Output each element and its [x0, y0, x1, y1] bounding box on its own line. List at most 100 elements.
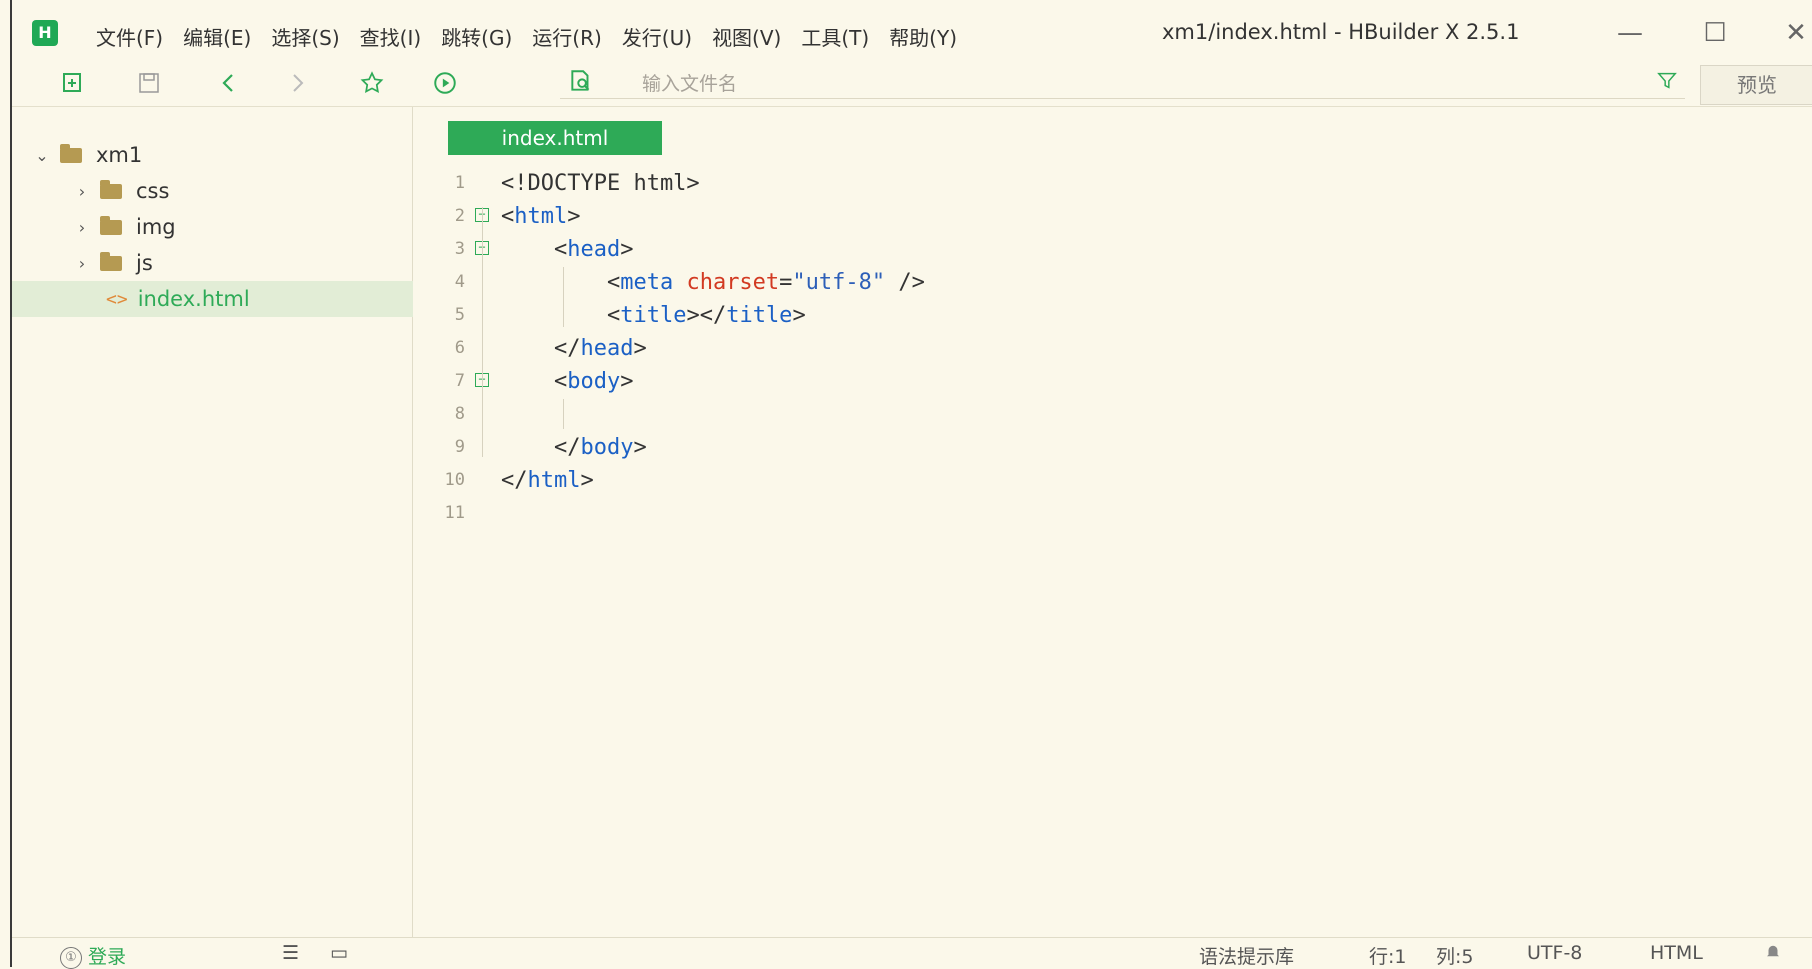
chevron-right-icon[interactable]: › [74, 182, 90, 201]
code-token: title [726, 303, 793, 328]
chevron-down-icon[interactable]: ⌄ [34, 146, 50, 165]
code-token: </ [501, 435, 581, 460]
code-area[interactable]: 1 <!DOCTYPE html> 2−<html>3− <head>4 <meta… [413, 167, 1793, 530]
save-icon[interactable] [132, 66, 166, 100]
code-token: < [501, 303, 621, 328]
code-token: > [792, 303, 806, 328]
tree-project-xm1[interactable]: ⌄ xm1 [12, 137, 434, 173]
code-token: head [580, 336, 634, 361]
code-line[interactable]: 7− <body> [413, 365, 1793, 398]
code-token: < [501, 270, 621, 295]
language-mode[interactable]: HTML [1650, 942, 1703, 964]
tree-item-label: js [136, 251, 153, 275]
login-button[interactable]: ① 登录 [60, 942, 126, 969]
code-line[interactable]: 1 <!DOCTYPE html> [413, 167, 1793, 200]
minimize-button[interactable]: — [1612, 16, 1648, 50]
close-button[interactable]: ✕ [1778, 16, 1812, 50]
code-editor[interactable]: index.html 1 <!DOCTYPE html> 2−<html>3− <h… [413, 107, 1812, 937]
tree-folder-img[interactable]: › img [12, 209, 474, 245]
favorite-icon[interactable] [355, 66, 389, 100]
code-text: </html> [501, 464, 594, 497]
code-token: > [567, 204, 581, 229]
code-token: > [580, 468, 594, 493]
file-search-input[interactable] [640, 70, 1544, 98]
html-file-icon: <> [106, 288, 128, 310]
menu-file[interactable]: 文件(F) [86, 18, 173, 55]
file-search-box[interactable] [560, 68, 1685, 99]
code-line[interactable]: 8 [413, 398, 1793, 431]
menu-edit[interactable]: 编辑(E) [173, 18, 261, 55]
tree-folder-js[interactable]: › js [12, 245, 474, 281]
hbuilder-logo-icon: H [32, 20, 58, 46]
code-line[interactable]: 2−<html> [413, 200, 1793, 233]
code-token: < [501, 237, 568, 262]
line-number: 2 [454, 206, 465, 226]
menu-run[interactable]: 运行(R) [522, 18, 612, 55]
code-token: /> [885, 270, 925, 295]
code-token: > [620, 237, 634, 262]
line-number: 5 [454, 305, 465, 325]
menu-view[interactable]: 视图(V) [702, 18, 791, 55]
chevron-right-icon[interactable]: › [74, 254, 90, 273]
code-token: "utf-8" [792, 270, 886, 295]
menu-publish[interactable]: 发行(U) [612, 18, 702, 55]
code-text: <head> [501, 233, 634, 266]
line-number: 7 [454, 371, 465, 391]
bell-icon[interactable] [1764, 942, 1782, 965]
line-number: 1 [454, 173, 465, 193]
code-token: ></ [686, 303, 727, 328]
chevron-right-icon[interactable]: › [74, 218, 90, 237]
code-token: title [620, 303, 687, 328]
back-icon[interactable] [212, 66, 246, 100]
maximize-button[interactable]: ☐ [1697, 16, 1733, 50]
line-number: 3 [454, 239, 465, 259]
terminal-icon[interactable]: ▭ [330, 942, 348, 964]
code-line[interactable]: 10 </html> [413, 464, 1793, 497]
code-line[interactable]: 11 [413, 497, 1793, 530]
code-token: charset [686, 270, 780, 295]
code-line[interactable]: 6 </head> [413, 332, 1793, 365]
tree-item-label: img [136, 215, 176, 239]
preview-button[interactable]: 预览 [1700, 65, 1812, 105]
new-file-icon[interactable] [56, 66, 90, 100]
menu-select[interactable]: 选择(S) [261, 18, 349, 55]
filter-icon[interactable] [1650, 64, 1684, 98]
outline-icon[interactable]: ☰ [282, 942, 299, 964]
code-text: </body> [501, 431, 647, 464]
cursor-row: 行:1 [1369, 946, 1407, 968]
code-token: </ [501, 336, 581, 361]
tree-item-label: index.html [137, 287, 250, 311]
run-icon[interactable] [428, 66, 462, 100]
menu-goto[interactable]: 跳转(G) [431, 18, 522, 55]
code-text: <body> [501, 365, 634, 398]
file-search-icon[interactable] [564, 64, 598, 98]
code-token: head [567, 237, 621, 262]
code-text: <title></title> [501, 299, 806, 332]
encoding-indicator[interactable]: UTF-8 [1527, 942, 1582, 964]
tab-index-html[interactable]: index.html [448, 121, 662, 155]
menu-help[interactable]: 帮助(Y) [879, 18, 967, 55]
menu-tools[interactable]: 工具(T) [791, 18, 879, 55]
folder-icon [60, 143, 82, 163]
forward-icon[interactable] [280, 66, 314, 100]
folder-icon [100, 215, 122, 235]
code-line[interactable]: 9 </body> [413, 431, 1793, 464]
status-bar: ① 登录 ☰ ▭ 语法提示库 行:1 列:5 UTF-8 HTML [12, 937, 1812, 969]
line-number: 8 [454, 404, 465, 424]
editor-window: H 文件(F) 编辑(E) 选择(S) 查找(I) 跳转(G) 运行(R) 发行… [10, 0, 1812, 969]
line-number: 11 [444, 503, 465, 523]
syntax-library[interactable]: 语法提示库 [1199, 942, 1294, 969]
menu-find[interactable]: 查找(I) [350, 18, 432, 55]
code-line[interactable]: 3− <head> [413, 233, 1793, 266]
code-token: < [501, 369, 568, 394]
code-line[interactable]: 5 <title></title> [413, 299, 1793, 332]
title-bar: H 文件(F) 编辑(E) 选择(S) 查找(I) 跳转(G) 运行(R) 发行… [12, 0, 1812, 62]
line-number: 9 [454, 437, 465, 457]
toolbar: 预览 [12, 62, 1812, 107]
tree-folder-css[interactable]: › css [12, 173, 474, 209]
menu-bar: 文件(F) 编辑(E) 选择(S) 查找(I) 跳转(G) 运行(R) 发行(U… [86, 18, 967, 55]
code-token: <!DOCTYPE html> [501, 171, 700, 196]
code-line[interactable]: 4 <meta charset="utf-8" /> [413, 266, 1793, 299]
code-token: </ [501, 468, 528, 493]
cursor-col: 列:5 [1436, 946, 1474, 968]
